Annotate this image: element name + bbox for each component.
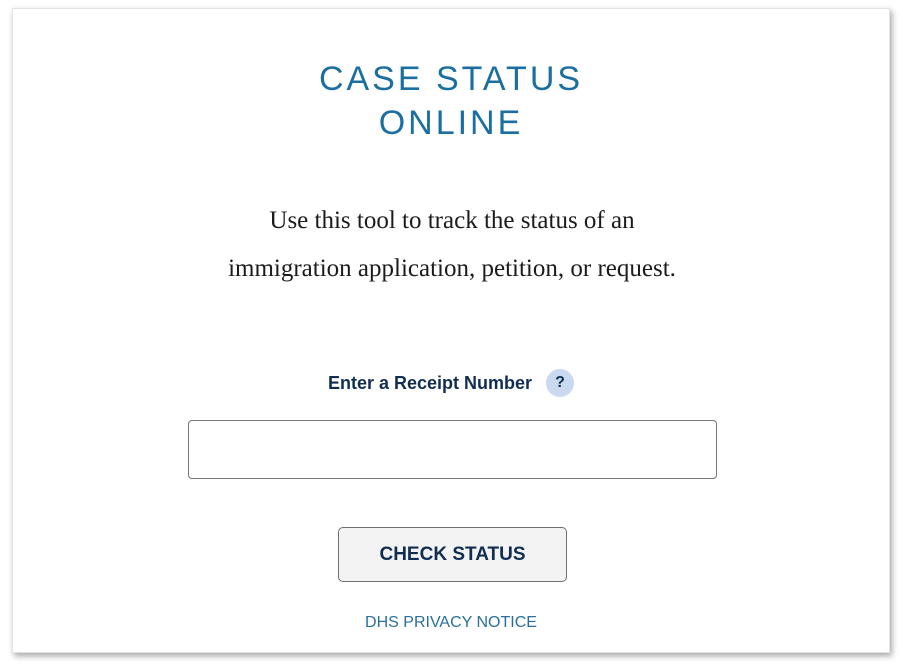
intro-text: Use this tool to track the status of an … [228,207,676,282]
page-title-line-2: ONLINE [378,104,524,142]
page-title: CASE STATUS ONLINE [13,57,889,145]
case-status-card: CASE STATUS ONLINE Use this tool to trac… [12,8,890,653]
receipt-number-label: Enter a Receipt Number [327,372,533,393]
receipt-label-row: Enter a Receipt Number ? [13,369,889,397]
page-title-line-1: CASE STATUS [318,60,584,98]
question-mark-icon[interactable]: ? [546,369,575,397]
dhs-privacy-notice-link[interactable]: DHS PRIVACY NOTICE [13,614,889,632]
check-status-button[interactable]: CHECK STATUS [338,527,567,582]
receipt-number-input[interactable] [188,420,717,479]
